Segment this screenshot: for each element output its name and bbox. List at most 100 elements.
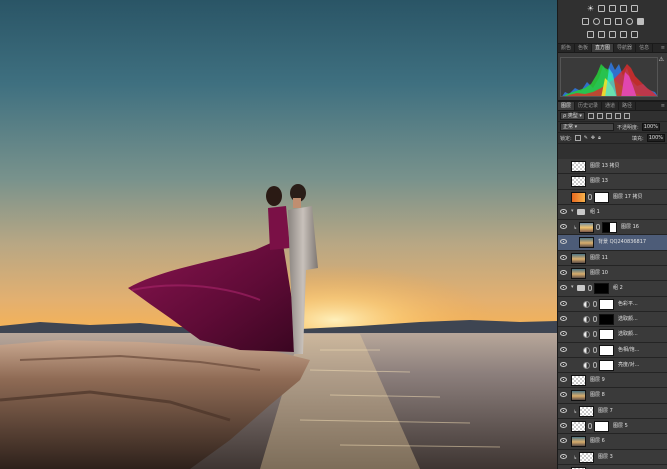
invert-icon[interactable]: [587, 31, 594, 38]
tab-navigator[interactable]: 导航器: [614, 44, 637, 52]
layer-name[interactable]: 选取颜...: [618, 312, 638, 327]
layer-thumbnail[interactable]: [571, 176, 586, 188]
gradient-map-icon[interactable]: [620, 31, 627, 38]
lock-transparent-icon[interactable]: [574, 135, 581, 141]
layer-row[interactable]: 图层 4: [558, 464, 667, 469]
layer-thumbnail[interactable]: [571, 375, 586, 387]
layer-mask-thumbnail[interactable]: [594, 421, 609, 433]
layer-name[interactable]: 组 1: [590, 205, 600, 220]
threshold-icon[interactable]: [609, 31, 616, 38]
layer-name[interactable]: 组 2: [613, 281, 623, 296]
layer-name[interactable]: 图层 13 拷贝: [590, 159, 620, 174]
filter-shape-icon[interactable]: [614, 113, 621, 119]
layer-name[interactable]: 图层 13: [590, 174, 608, 189]
visibility-eye-icon[interactable]: [560, 254, 567, 260]
layer-thumbnail[interactable]: [579, 222, 594, 234]
exposure-icon[interactable]: [620, 5, 628, 12]
fill-input[interactable]: 100%: [646, 134, 665, 142]
visibility-eye-icon[interactable]: [560, 163, 567, 168]
levels-icon[interactable]: [598, 5, 606, 12]
layer-name[interactable]: 图层 8: [590, 388, 605, 403]
layer-name[interactable]: 图层 3: [598, 450, 613, 465]
layer-mask-thumbnail[interactable]: [602, 222, 617, 234]
mask-link-icon[interactable]: [593, 300, 597, 307]
layer-thumbnail[interactable]: [571, 390, 586, 402]
mask-link-icon[interactable]: [593, 346, 597, 353]
color-lookup-icon[interactable]: [636, 18, 644, 25]
layer-row[interactable]: 图层 6: [558, 434, 667, 450]
layer-name[interactable]: 选取颜...: [618, 327, 638, 342]
layer-mask-thumbnail[interactable]: [594, 283, 609, 295]
panel-menu-icon[interactable]: ≡: [661, 44, 667, 52]
layer-group-row[interactable]: ▾ 组 1: [558, 204, 667, 221]
tab-color[interactable]: 颜色: [558, 44, 576, 52]
layer-name[interactable]: 色相/饱...: [618, 343, 639, 358]
layer-row[interactable]: ↳ 图层 7: [558, 403, 667, 420]
layer-thumbnail[interactable]: [571, 421, 586, 433]
layer-mask-thumbnail[interactable]: [599, 313, 614, 325]
visibility-eye-icon[interactable]: [560, 315, 567, 321]
black-white-icon[interactable]: [603, 18, 611, 25]
mask-link-icon[interactable]: [588, 285, 592, 292]
layer-name[interactable]: 色彩平...: [618, 297, 638, 312]
layer-row[interactable]: ↳ 图层 3: [558, 449, 667, 465]
layer-row[interactable]: 图层 10: [558, 266, 667, 282]
visibility-eye-icon[interactable]: [560, 453, 567, 459]
layer-mask-thumbnail[interactable]: [599, 359, 614, 371]
layer-thumbnail[interactable]: [571, 161, 586, 172]
visibility-eye-icon[interactable]: [560, 407, 567, 413]
layer-thumbnail[interactable]: [571, 268, 586, 280]
filter-pixel-icon[interactable]: [587, 113, 594, 119]
visibility-eye-icon[interactable]: [560, 178, 567, 183]
layer-mask-thumbnail[interactable]: [599, 329, 614, 341]
layer-row[interactable]: 选取颜...: [558, 311, 667, 328]
posterize-icon[interactable]: [598, 31, 605, 38]
layer-name[interactable]: 图层 17 拷贝: [613, 190, 643, 205]
visibility-eye-icon[interactable]: [560, 361, 567, 367]
visibility-eye-icon[interactable]: [560, 300, 567, 306]
visibility-eye-icon[interactable]: [560, 239, 567, 245]
tab-channels[interactable]: 通道: [602, 102, 620, 110]
layer-row[interactable]: 图层 13: [558, 174, 667, 190]
layer-row[interactable]: 选取颜...: [558, 327, 667, 343]
layer-row[interactable]: 亮度/对...: [558, 357, 667, 374]
layer-thumbnail[interactable]: [579, 237, 594, 249]
mask-link-icon[interactable]: [596, 224, 600, 231]
visibility-eye-icon[interactable]: [560, 423, 567, 429]
visibility-eye-icon[interactable]: [560, 194, 567, 199]
channel-mixer-icon[interactable]: [625, 18, 633, 25]
tab-layers[interactable]: 图层: [558, 102, 576, 110]
group-expand-arrow-icon[interactable]: ▾: [571, 284, 574, 290]
layer-name[interactable]: 图层 5: [613, 419, 628, 434]
filter-smart-icon[interactable]: [623, 113, 630, 119]
lock-all-icon[interactable]: 🔒︎: [598, 135, 601, 141]
tab-info[interactable]: 信息: [636, 44, 654, 52]
brightness-icon[interactable]: ☀: [587, 5, 594, 13]
filter-kind-select[interactable]: ρ 类型 ▾: [560, 112, 585, 120]
visibility-eye-icon[interactable]: [560, 346, 567, 352]
tab-histogram[interactable]: 直方图: [592, 44, 615, 52]
layer-row[interactable]: 图层 5: [558, 419, 667, 435]
layer-thumbnail[interactable]: [571, 191, 586, 203]
layer-name[interactable]: 图层 11: [590, 251, 608, 266]
mask-link-icon[interactable]: [593, 315, 597, 322]
warning-icon[interactable]: ⚠: [659, 56, 664, 63]
layer-thumbnail[interactable]: [571, 252, 586, 264]
lock-brush-icon[interactable]: ✎: [584, 135, 588, 141]
visibility-eye-icon[interactable]: [560, 285, 567, 291]
tab-paths[interactable]: 路径: [619, 102, 637, 110]
layer-row[interactable]: 色彩平...: [558, 296, 667, 312]
layer-row[interactable]: 图层 11: [558, 250, 667, 267]
layer-mask-thumbnail[interactable]: [599, 344, 614, 356]
visibility-eye-icon[interactable]: [560, 392, 567, 398]
layer-row[interactable]: ↳ 图层 16: [558, 220, 667, 236]
tab-history[interactable]: 历史记录: [575, 102, 603, 110]
layer-name[interactable]: 图层 16: [621, 220, 639, 235]
visibility-eye-icon[interactable]: [560, 438, 567, 444]
vibrance-icon[interactable]: [631, 5, 639, 12]
layer-thumbnail[interactable]: [571, 436, 586, 448]
layer-row[interactable]: 背景 QQ240836817: [558, 235, 667, 251]
layer-row[interactable]: 图层 8: [558, 388, 667, 404]
layer-name[interactable]: 背景 QQ240836817: [598, 235, 646, 250]
blend-mode-select[interactable]: 正常 ▾: [560, 123, 614, 131]
